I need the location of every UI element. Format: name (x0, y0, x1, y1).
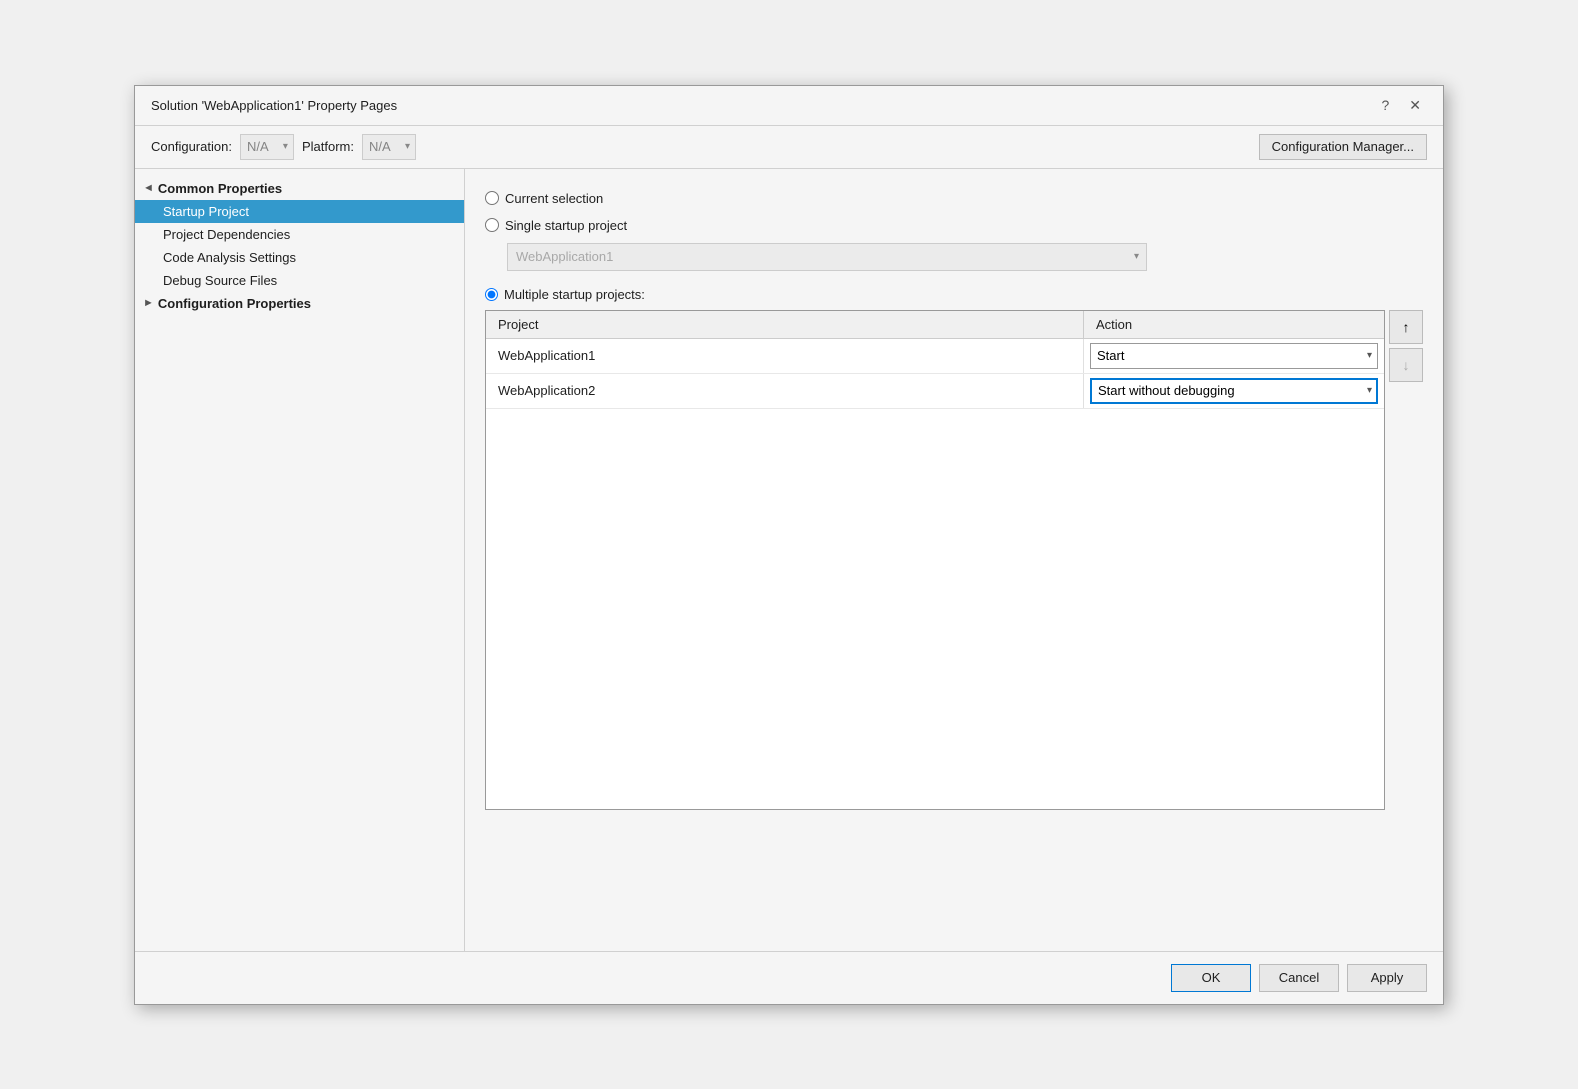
table-row: WebApplication1 None Start Start without… (486, 339, 1384, 374)
common-properties-section: ◄ Common Properties Startup Project Proj… (135, 177, 464, 292)
config-bar: Configuration: N/A Platform: N/A Configu… (135, 126, 1443, 169)
configuration-select-wrapper: N/A (240, 134, 294, 160)
configuration-properties-label: Configuration Properties (158, 296, 311, 311)
title-bar: Solution 'WebApplication1' Property Page… (135, 86, 1443, 126)
main-content: ◄ Common Properties Startup Project Proj… (135, 169, 1443, 951)
action-select-wrapper-1: None Start Start without debugging (1090, 343, 1378, 369)
single-startup-option[interactable]: Single startup project (485, 212, 1423, 239)
sidebar-item-debug-source-files[interactable]: Debug Source Files (135, 269, 464, 292)
configuration-select[interactable]: N/A (240, 134, 294, 160)
multiple-projects-section: Multiple startup projects: Project Actio… (485, 287, 1423, 810)
single-project-select-wrapper: WebApplication1 (507, 243, 1147, 271)
apply-button[interactable]: Apply (1347, 964, 1427, 992)
single-startup-label[interactable]: Single startup project (505, 218, 627, 233)
dialog-footer: OK Cancel Apply (135, 951, 1443, 1004)
config-expand-icon: ► (143, 297, 154, 309)
content-area: Current selection Single startup project… (465, 169, 1443, 951)
title-bar-controls: ? ✕ (1375, 96, 1427, 114)
table-row: WebApplication2 None Start Start without… (486, 374, 1384, 409)
action-select-wrapper-2: None Start Start without debugging (1090, 378, 1378, 404)
startup-project-label: Startup Project (163, 204, 249, 219)
startup-radio-group: Current selection Single startup project… (485, 185, 1423, 810)
multiple-startup-radio[interactable] (485, 288, 498, 301)
current-selection-radio[interactable] (485, 191, 499, 205)
configuration-properties-section: ► Configuration Properties (135, 292, 464, 315)
action-select-1[interactable]: None Start Start without debugging (1090, 343, 1378, 369)
current-selection-label[interactable]: Current selection (505, 191, 603, 206)
platform-select-wrapper: N/A (362, 134, 416, 160)
sidebar-item-code-analysis-settings[interactable]: Code Analysis Settings (135, 246, 464, 269)
move-buttons: ↑ ↓ (1389, 310, 1423, 382)
multiple-startup-label[interactable]: Multiple startup projects: (504, 287, 645, 302)
help-button[interactable]: ? (1375, 96, 1395, 114)
table-header: Project Action (486, 311, 1384, 339)
configuration-manager-button[interactable]: Configuration Manager... (1259, 134, 1427, 160)
action-cell-1: None Start Start without debugging (1084, 339, 1384, 373)
project-cell-2: WebApplication2 (486, 374, 1084, 408)
table-header-project: Project (486, 311, 1084, 338)
close-button[interactable]: ✕ (1403, 96, 1427, 114)
action-select-2[interactable]: None Start Start without debugging (1090, 378, 1378, 404)
move-down-button[interactable]: ↓ (1389, 348, 1423, 382)
ok-button[interactable]: OK (1171, 964, 1251, 992)
dialog-title: Solution 'WebApplication1' Property Page… (151, 98, 397, 113)
common-expand-icon: ◄ (143, 182, 154, 194)
move-up-button[interactable]: ↑ (1389, 310, 1423, 344)
sidebar: ◄ Common Properties Startup Project Proj… (135, 169, 465, 951)
multiple-startup-label-row: Multiple startup projects: (485, 287, 1423, 302)
common-properties-label: Common Properties (158, 181, 282, 196)
single-project-select[interactable]: WebApplication1 (507, 243, 1147, 271)
common-properties-header[interactable]: ◄ Common Properties (135, 177, 464, 200)
cancel-button[interactable]: Cancel (1259, 964, 1339, 992)
configuration-label: Configuration: (151, 139, 232, 154)
platform-select[interactable]: N/A (362, 134, 416, 160)
action-cell-2: None Start Start without debugging (1084, 374, 1384, 408)
debug-source-files-label: Debug Source Files (163, 273, 277, 288)
projects-table: Project Action WebApplication1 None (485, 310, 1385, 810)
table-header-action: Action (1084, 311, 1384, 338)
platform-label: Platform: (302, 139, 354, 154)
code-analysis-settings-label: Code Analysis Settings (163, 250, 296, 265)
project-cell-1: WebApplication1 (486, 339, 1084, 373)
sidebar-item-project-dependencies[interactable]: Project Dependencies (135, 223, 464, 246)
sidebar-item-startup-project[interactable]: Startup Project (135, 200, 464, 223)
current-selection-option[interactable]: Current selection (485, 185, 1423, 212)
property-pages-dialog: Solution 'WebApplication1' Property Page… (134, 85, 1444, 1005)
single-startup-radio[interactable] (485, 218, 499, 232)
projects-table-container: Project Action WebApplication1 None (485, 310, 1423, 810)
project-dependencies-label: Project Dependencies (163, 227, 290, 242)
configuration-properties-header[interactable]: ► Configuration Properties (135, 292, 464, 315)
